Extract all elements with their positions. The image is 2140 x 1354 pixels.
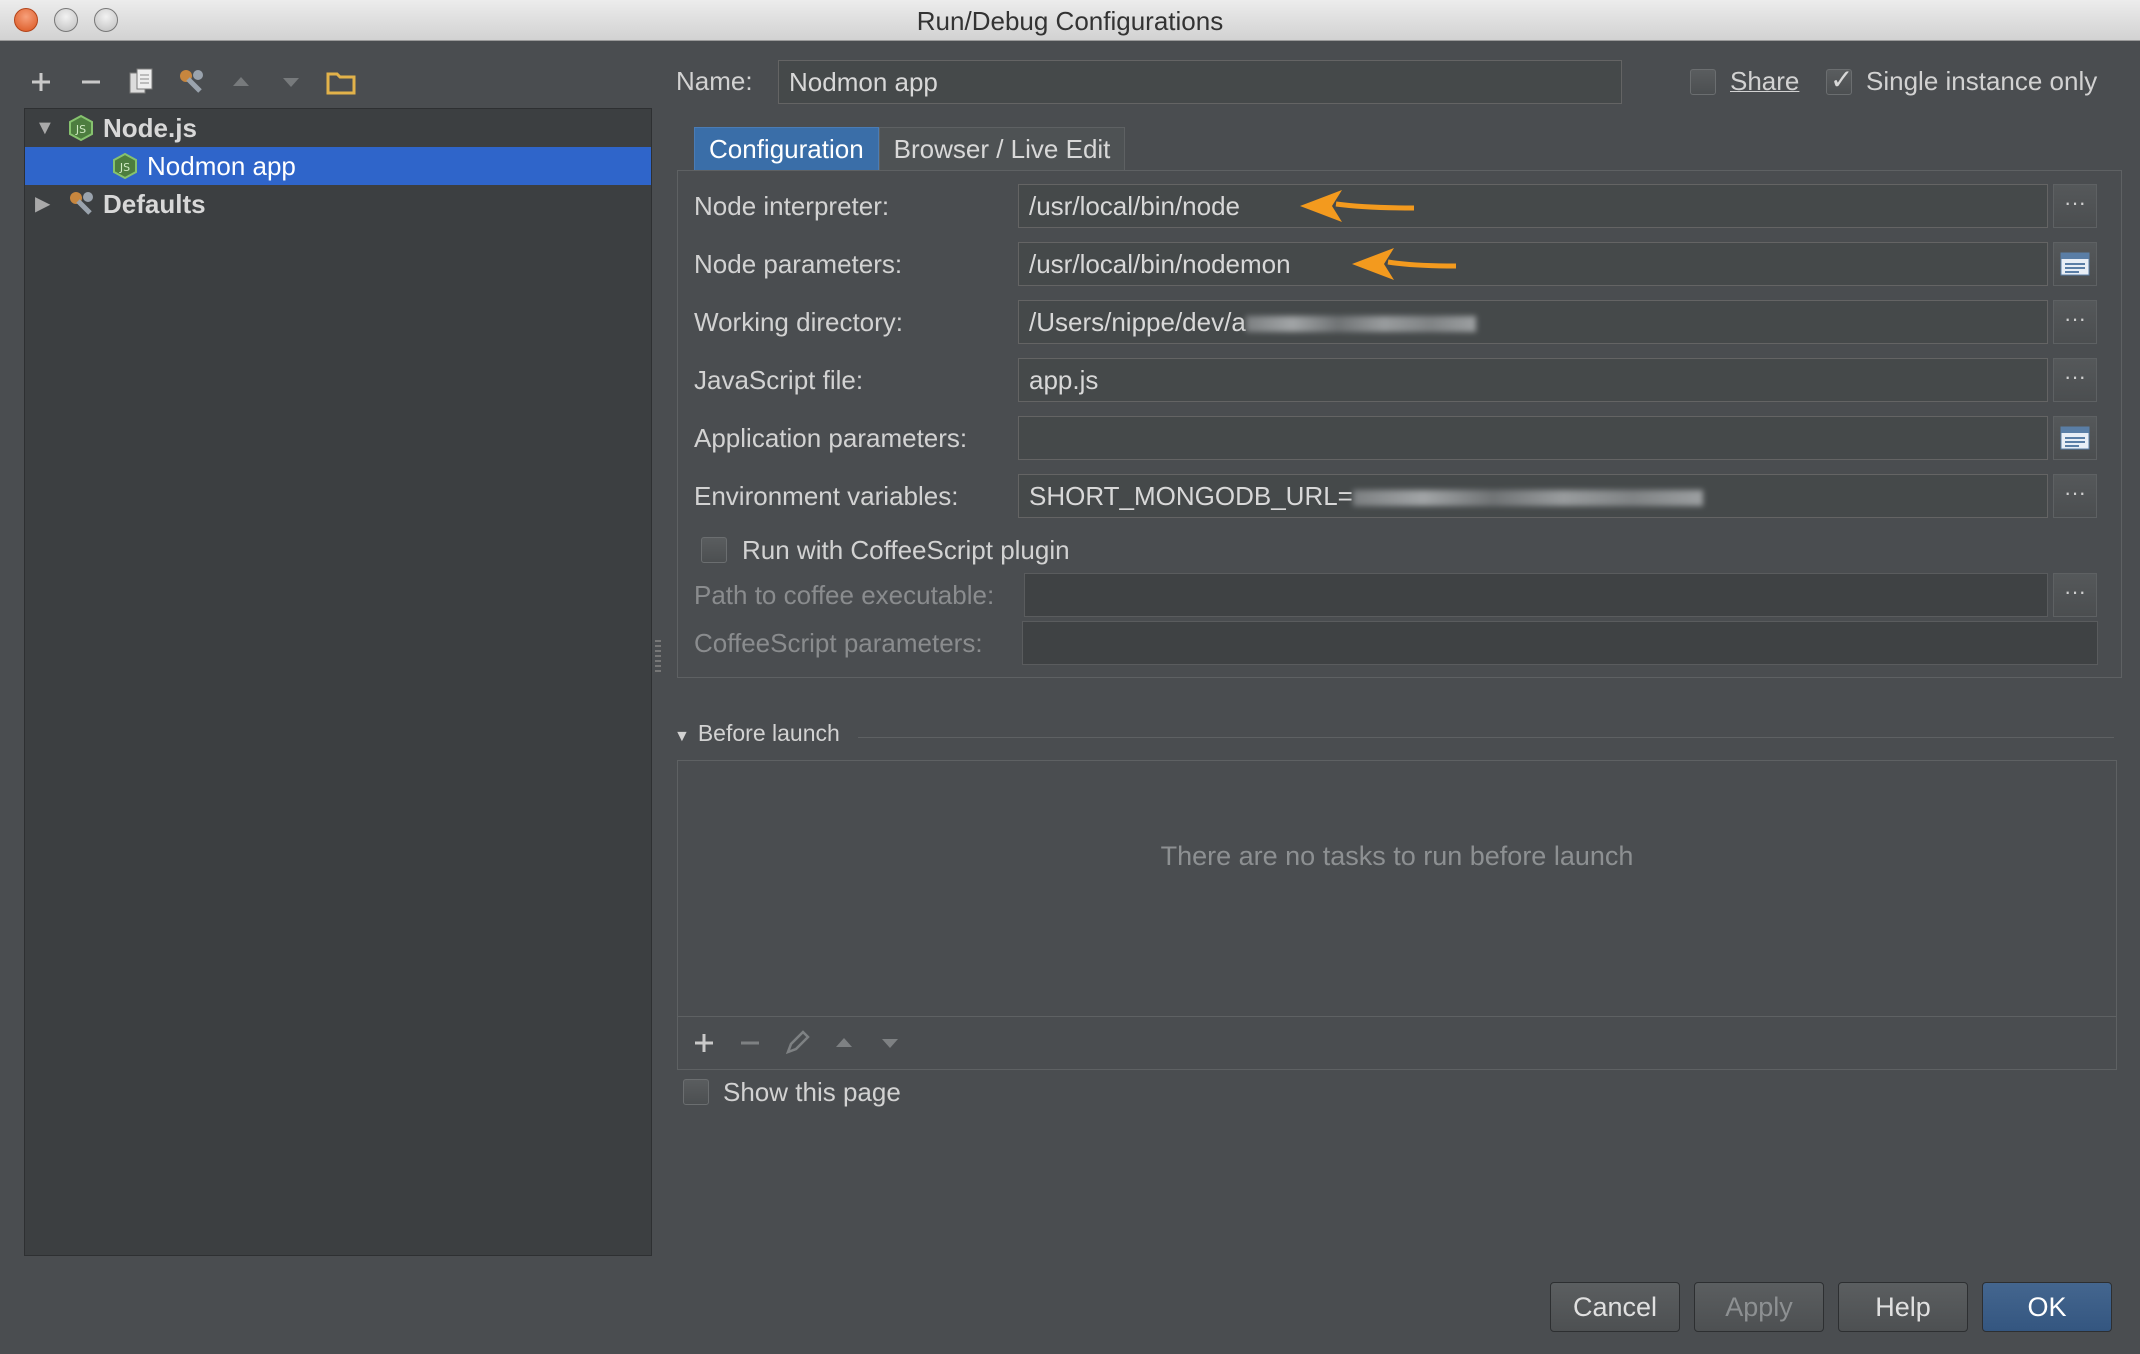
name-label: Name: — [676, 66, 753, 96]
single-instance-label[interactable]: Single instance only — [1866, 66, 2097, 97]
config-tabs: Configuration Browser / Live Edit — [694, 127, 1126, 171]
run-with-coffeescript-label[interactable]: Run with CoffeeScript plugin — [742, 535, 1070, 566]
copy-icon[interactable] — [124, 65, 158, 99]
application-parameters-field[interactable] — [1018, 416, 2048, 460]
tree-item-label: Node.js — [103, 112, 197, 143]
collapse-triangle-icon: ▼ — [674, 728, 690, 745]
environment-variables-value: SHORT_MONGODB_URL= — [1029, 481, 1353, 511]
svg-text:JS: JS — [119, 161, 130, 174]
share-label[interactable]: Share — [1730, 66, 1799, 97]
node-interpreter-field[interactable]: /usr/local/bin/node — [1018, 184, 2048, 228]
javascript-file-label: JavaScript file: — [694, 365, 864, 395]
browse-button[interactable]: ··· — [2053, 358, 2097, 402]
wrench-icon[interactable] — [174, 65, 208, 99]
javascript-file-field[interactable]: app.js — [1018, 358, 2048, 402]
working-directory-label: Working directory: — [694, 307, 904, 337]
folder-icon[interactable] — [324, 65, 358, 99]
browse-button[interactable]: ··· — [2053, 573, 2097, 617]
plus-icon[interactable] — [692, 1031, 716, 1055]
minus-icon[interactable] — [738, 1031, 762, 1055]
plus-icon[interactable] — [24, 65, 58, 99]
application-parameters-label: Application parameters: — [694, 423, 968, 453]
node-parameters-label: Node parameters: — [694, 249, 903, 279]
arrow-up-icon[interactable] — [224, 65, 258, 99]
expand-editor-button[interactable] — [2053, 416, 2097, 460]
tab-configuration[interactable]: Configuration — [694, 127, 879, 171]
working-directory-value: /Users/nippe/dev/a — [1029, 307, 1246, 337]
annotation-arrow-icon — [1352, 248, 1457, 280]
node-parameters-field[interactable]: /usr/local/bin/nodemon — [1018, 242, 2048, 286]
before-launch-toolbar — [678, 1016, 2116, 1069]
share-checkbox[interactable] — [1690, 69, 1716, 95]
wrench-icon — [70, 192, 93, 215]
run-with-coffeescript-checkbox[interactable] — [701, 537, 727, 563]
cancel-button[interactable]: Cancel — [1550, 1282, 1680, 1332]
help-button[interactable]: Help — [1838, 1282, 1968, 1332]
empty-tasks-message: There are no tasks to run before launch — [1160, 841, 1634, 871]
environment-variables-label: Environment variables: — [694, 481, 959, 511]
before-launch-title: Before launch — [697, 720, 840, 746]
show-this-page-label[interactable]: Show this page — [723, 1077, 901, 1108]
redacted-text — [1352, 490, 1703, 507]
tree-item-nodejs[interactable]: ▼ JS Node.js — [25, 109, 651, 147]
expand-editor-button[interactable] — [2053, 242, 2097, 286]
divider — [858, 737, 2114, 738]
arrow-up-icon[interactable] — [832, 1031, 856, 1055]
node-interpreter-value: /usr/local/bin/node — [1029, 191, 1241, 221]
configuration-tree: ▼ JS Node.js JS Nodmon app ▶ Defaults — [24, 108, 652, 1256]
coffee-path-field[interactable] — [1024, 573, 2048, 617]
nodejs-icon: JS — [69, 114, 93, 142]
minus-icon[interactable] — [74, 65, 108, 99]
environment-variables-field[interactable]: SHORT_MONGODB_URL= — [1018, 474, 2048, 518]
text-editor-icon — [2060, 252, 2090, 276]
coffeescript-parameters-label: CoffeeScript parameters: — [694, 628, 983, 658]
window-title: Run/Debug Configurations — [916, 6, 1224, 36]
single-instance-checkbox[interactable] — [1826, 63, 1853, 96]
coffee-path-label: Path to coffee executable: — [694, 580, 995, 610]
collapse-arrow-icon[interactable]: ▶ — [35, 193, 57, 215]
tree-item-label: Nodmon app — [147, 150, 296, 181]
name-field[interactable]: Nodmon app — [778, 60, 1622, 104]
config-tree-toolbar — [24, 62, 358, 102]
pencil-icon[interactable] — [784, 1030, 810, 1056]
tab-browser-live-edit[interactable]: Browser / Live Edit — [878, 127, 1126, 171]
title-bar: Run/Debug Configurations — [0, 0, 2140, 41]
browse-button[interactable]: ··· — [2053, 184, 2097, 228]
arrow-down-icon[interactable] — [274, 65, 308, 99]
node-parameters-value: /usr/local/bin/nodemon — [1029, 249, 1291, 279]
arrow-down-icon[interactable] — [878, 1031, 902, 1055]
expand-arrow-icon[interactable]: ▼ — [35, 117, 57, 139]
tree-item-label: Defaults — [103, 188, 206, 219]
working-directory-field[interactable]: /Users/nippe/dev/a — [1018, 300, 2048, 344]
browse-button[interactable]: ··· — [2053, 300, 2097, 344]
tree-item-defaults[interactable]: ▶ Defaults — [25, 185, 651, 223]
nodejs-icon: JS — [113, 152, 137, 180]
redacted-text — [1245, 316, 1476, 333]
tree-item-nodmon-app[interactable]: JS Nodmon app — [25, 147, 651, 185]
pane-splitter[interactable] — [655, 640, 661, 672]
annotation-arrow-icon — [1300, 190, 1415, 222]
text-editor-icon — [2060, 426, 2090, 450]
node-interpreter-label: Node interpreter: — [694, 191, 890, 221]
coffeescript-parameters-field[interactable] — [1022, 621, 2098, 665]
svg-text:JS: JS — [75, 123, 86, 136]
browse-button[interactable]: ··· — [2053, 474, 2097, 518]
before-launch-header[interactable]: ▼ Before launch — [674, 720, 840, 747]
ok-button[interactable]: OK — [1982, 1282, 2112, 1332]
before-launch-task-list: There are no tasks to run before launch — [677, 760, 2117, 1070]
apply-button[interactable]: Apply — [1694, 1282, 1824, 1332]
run-debug-dialog: Run/Debug Configurations ▼ JS Node.js JS… — [0, 0, 2140, 1354]
show-this-page-checkbox[interactable] — [683, 1079, 709, 1105]
